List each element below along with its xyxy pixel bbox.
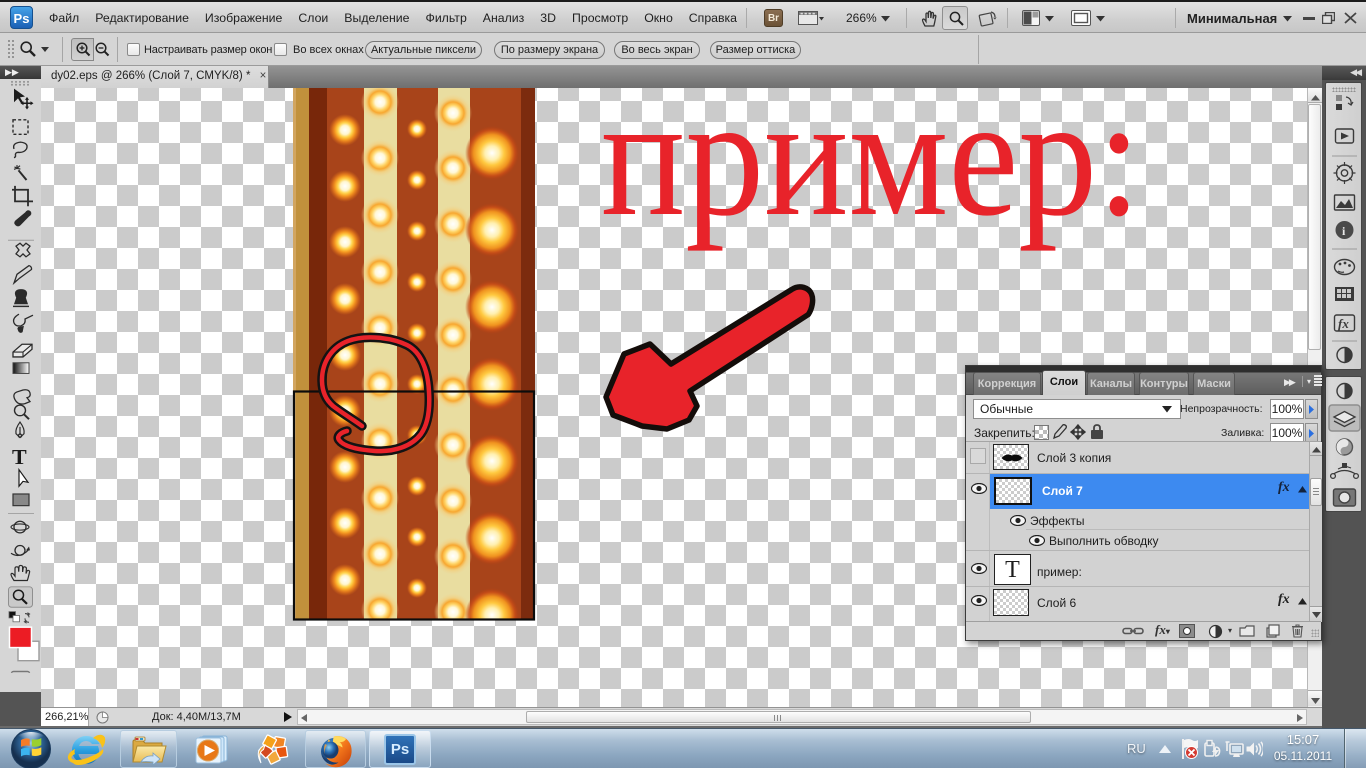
- svg-text:fx: fx: [1338, 316, 1349, 331]
- svg-text:пример:: пример:: [601, 88, 1141, 252]
- svg-text:T: T: [12, 445, 27, 469]
